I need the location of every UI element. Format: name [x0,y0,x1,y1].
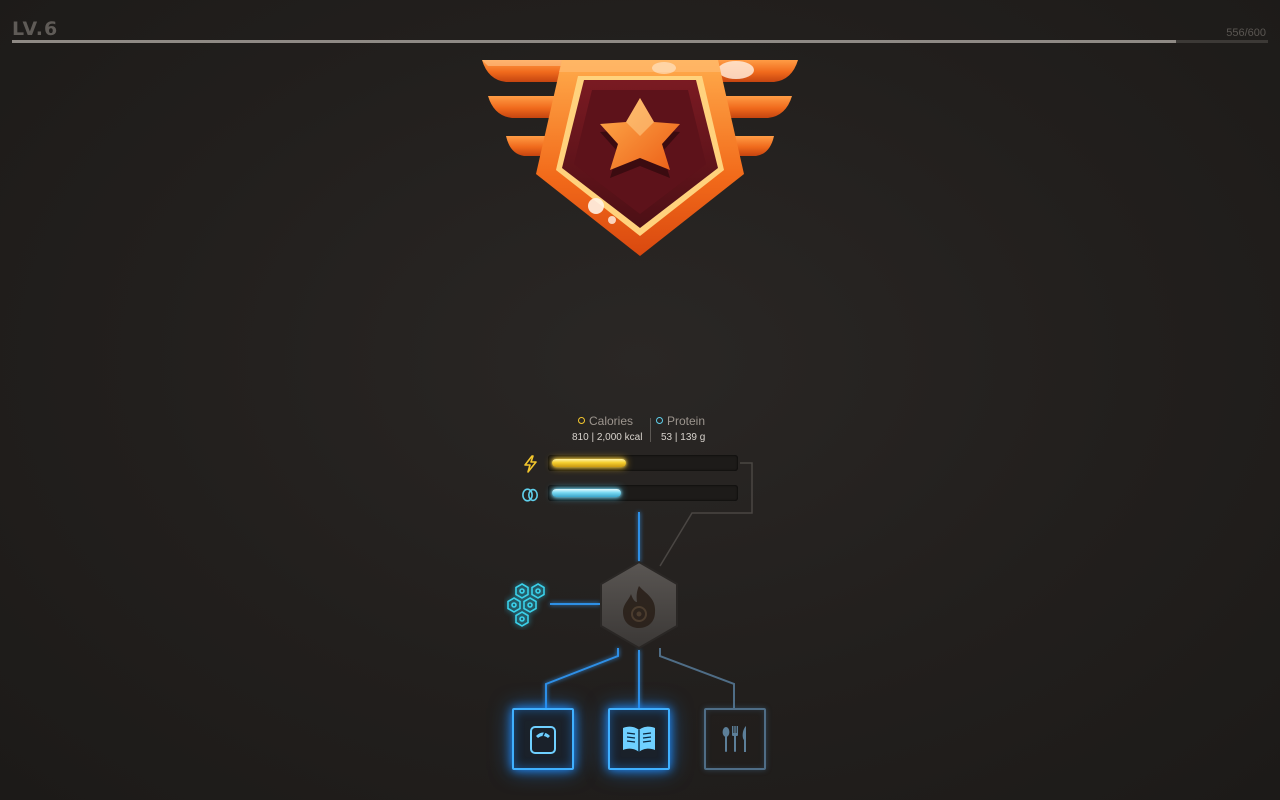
level-label: LV.6 [12,18,59,40]
scale-tile-button[interactable] [512,708,574,770]
xp-progress-fill [12,40,1176,43]
protein-progress-fill [552,489,621,497]
hexagon-cluster-icon[interactable] [504,580,550,630]
protein-value: 53 | 139 g [661,432,706,443]
calories-value: 810 | 2,000 kcal [572,432,643,443]
xp-progress-bar [12,40,1268,43]
calories-dot-icon [578,417,585,424]
egg-icon [522,488,538,502]
protein-label: Protein [667,414,706,428]
book-tile-button[interactable] [608,708,670,770]
book-icon [623,726,655,752]
utensils-icon [722,726,746,752]
protein-dot-icon [656,417,663,424]
utensils-tile-button[interactable] [704,708,766,770]
protein-legend: Protein [656,414,705,428]
scale-icon [530,726,556,754]
calories-progress-fill [552,459,626,467]
calories-label: Calories [589,414,634,428]
calories-legend: Calories [578,414,633,428]
protein-progress-bar [548,485,738,501]
legend-divider [650,418,651,442]
calories-progress-bar [548,455,738,471]
lightning-icon [524,455,537,473]
flame-skill-node[interactable] [598,560,680,650]
xp-counter: 556/600 [1226,27,1266,39]
rank-emblem-icon [482,60,798,256]
